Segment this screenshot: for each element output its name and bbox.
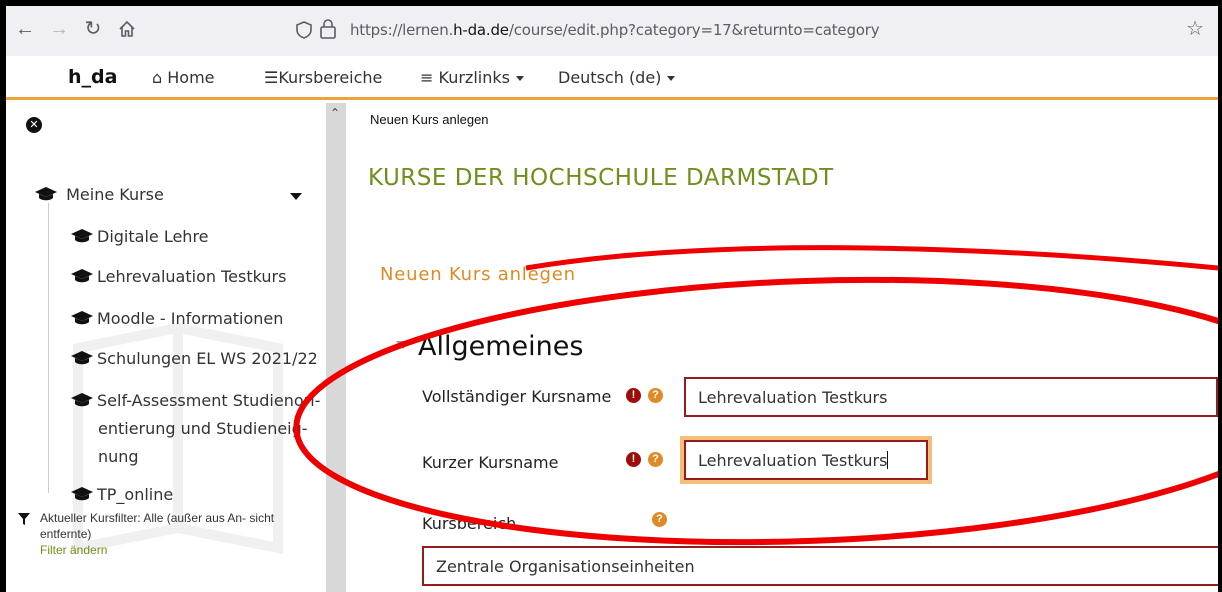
- caret-down-icon[interactable]: [290, 193, 302, 200]
- sidebar-scrollbar[interactable]: [326, 103, 346, 592]
- shortname-label: Kurzer Kursname: [422, 453, 559, 472]
- language-label: Deutsch (de): [558, 68, 662, 87]
- graduation-cap-icon: [35, 187, 57, 201]
- nav-kurzlinks[interactable]: ≡ Kurzlinks: [420, 68, 524, 87]
- nav-kurzlinks-label: Kurzlinks: [438, 68, 510, 87]
- help-icon[interactable]: ?: [652, 512, 667, 527]
- course-label-cont[interactable]: entierung und Studieneig-: [98, 419, 308, 438]
- url-domain: h-da.de: [453, 21, 509, 39]
- reload-icon[interactable]: ↻: [80, 16, 106, 42]
- course-label: TP_online: [97, 485, 174, 504]
- course-label: Self-Assessment Studienori-: [97, 391, 321, 410]
- tracking-shield-icon[interactable]: [296, 21, 312, 39]
- shortname-value: Lehrevaluation Testkurs: [698, 451, 888, 470]
- breadcrumb[interactable]: Neuen Kurs anlegen: [370, 112, 489, 127]
- section-general[interactable]: Allgemeines: [418, 331, 583, 362]
- sidebar-course-item[interactable]: Digitale Lehre: [70, 227, 209, 246]
- sidebar-course-item[interactable]: Moodle - Informationen: [70, 309, 283, 328]
- bookmark-star-icon[interactable]: ☆: [1186, 16, 1204, 41]
- help-icon[interactable]: ?: [648, 452, 663, 467]
- shortname-input[interactable]: Lehrevaluation Testkurs: [680, 436, 932, 484]
- back-arrow-icon[interactable]: ←: [12, 16, 38, 42]
- sidebar-course-item[interactable]: Lehrevaluation Testkurs: [70, 267, 286, 286]
- collapse-triangle-icon[interactable]: [396, 341, 410, 349]
- filter-icon: [18, 513, 30, 525]
- chevron-down-icon: [515, 76, 524, 81]
- nav-home[interactable]: ⌂ Home: [152, 68, 215, 87]
- text-cursor: [887, 451, 889, 469]
- course-label: Digitale Lehre: [97, 227, 209, 246]
- close-drawer-icon[interactable]: ✕: [26, 117, 42, 133]
- graduation-cap-icon: [71, 311, 93, 325]
- site-navbar: h_da ⌂ Home ☰Kursbereiche ≡ Kurzlinks De…: [6, 56, 1218, 100]
- sidebar-course-item[interactable]: Self-Assessment Studienori-: [70, 391, 320, 410]
- graduation-cap-icon: [71, 351, 93, 365]
- form-heading: Neuen Kurs anlegen: [380, 264, 576, 285]
- help-icon[interactable]: ?: [648, 388, 663, 403]
- category-label: Kursbereich: [422, 514, 517, 533]
- chevron-down-icon: [667, 76, 676, 81]
- sidebar-course-item[interactable]: TP_online: [70, 485, 173, 504]
- home-icon: ⌂: [152, 68, 163, 87]
- category-select[interactable]: Zentrale Organisationseinheiten: [422, 546, 1218, 586]
- browser-toolbar: ← → ↻ https://lernen.h-da.de/course/edit…: [6, 6, 1218, 56]
- sidebar-my-courses-label: Meine Kurse: [66, 185, 164, 204]
- page-title: KURSE DER HOCHSCHULE DARMSTADT: [368, 165, 834, 191]
- nav-home-label: Home: [167, 68, 215, 87]
- fullname-input[interactable]: Lehrevaluation Testkurs: [684, 377, 1218, 417]
- main-content: Neuen Kurs anlegen KURSE DER HOCHSCHULE …: [346, 103, 1218, 592]
- menu-bars-icon: ≡: [420, 68, 434, 87]
- course-label: Lehrevaluation Testkurs: [97, 267, 287, 286]
- graduation-cap-icon: [71, 269, 93, 283]
- home-icon[interactable]: [114, 16, 140, 42]
- nav-kursbereiche[interactable]: ☰Kursbereiche: [264, 68, 382, 87]
- sitemap-icon: ☰: [264, 68, 279, 87]
- nav-drawer: ✕ Meine Kurse Digitale Lehre Lehrevaluat…: [6, 103, 326, 592]
- course-label: Moodle - Informationen: [97, 309, 284, 328]
- language-menu[interactable]: Deutsch (de): [558, 68, 676, 87]
- scroll-up-icon[interactable]: ⌃: [330, 106, 340, 120]
- address-bar[interactable]: https://lernen.h-da.de/course/edit.php?c…: [350, 21, 880, 39]
- change-filter-link[interactable]: Filter ändern: [40, 543, 107, 557]
- nav-kursbereiche-label: Kursbereiche: [278, 68, 383, 87]
- url-path: /course/edit.php?category=17&returnto=ca…: [508, 21, 880, 39]
- course-label: Schulungen EL WS 2021/22: [97, 349, 318, 368]
- fullname-label: Vollständiger Kursname: [422, 387, 612, 406]
- browser-window: ← → ↻ https://lernen.h-da.de/course/edit…: [6, 6, 1218, 592]
- graduation-cap-icon: [71, 229, 93, 243]
- forward-arrow-icon[interactable]: →: [46, 16, 72, 42]
- site-brand[interactable]: h_da: [68, 66, 117, 88]
- course-filter-text: Aktueller Kursfilter: Alle (außer aus An…: [40, 511, 275, 541]
- lock-icon[interactable]: [319, 19, 337, 39]
- course-label-cont[interactable]: nung: [98, 447, 139, 466]
- url-prefix: https://lernen.: [350, 21, 454, 39]
- sidebar-my-courses[interactable]: Meine Kurse: [34, 185, 164, 204]
- required-icon: !: [626, 452, 641, 467]
- required-icon: !: [626, 388, 641, 403]
- tree-line: [48, 203, 49, 493]
- graduation-cap-icon: [71, 487, 93, 501]
- sidebar-course-item[interactable]: Schulungen EL WS 2021/22: [70, 349, 318, 368]
- graduation-cap-icon: [71, 393, 93, 407]
